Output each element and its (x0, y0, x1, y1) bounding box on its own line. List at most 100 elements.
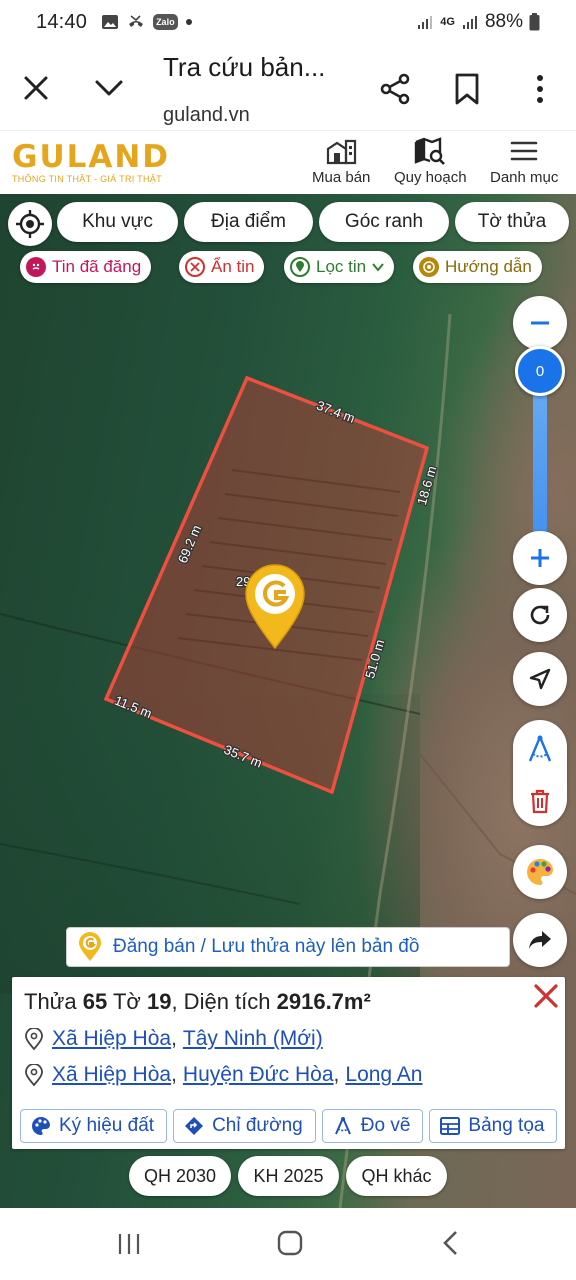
my-location-button[interactable] (8, 202, 52, 246)
nav-label: Quy hoạch (394, 169, 467, 186)
trash-icon[interactable] (528, 788, 552, 814)
commune-link[interactable]: Xã Hiệp Hòa (52, 1063, 171, 1087)
chip-khu-vuc[interactable]: Khu vực (57, 202, 178, 242)
post-listing-banner[interactable]: Đăng bán / Lưu thửa này lên bản đồ (66, 927, 510, 967)
logo-word: GULAND (12, 139, 171, 175)
android-nav-bar (0, 1208, 576, 1280)
chip-huong-dan[interactable]: Hướng dẫn (413, 251, 542, 283)
chip-label: Tin đã đăng (52, 257, 142, 276)
more-vert-icon[interactable] (526, 72, 554, 106)
navigation-arrow-icon (529, 668, 551, 690)
directions-button[interactable]: Chỉ đường (173, 1109, 316, 1143)
browser-bar: Tra cứu bản... guland.vn (0, 44, 576, 130)
district-link[interactable]: Huyện Đức Hòa (183, 1063, 334, 1087)
measure-button[interactable]: Đo vẽ (321, 1109, 424, 1143)
home-icon[interactable] (277, 1230, 303, 1256)
nav-danh-muc[interactable]: Danh mục (490, 137, 558, 186)
zoom-out-button[interactable] (513, 296, 567, 350)
notification-dot-icon (185, 19, 192, 25)
chip-to-thua[interactable]: Tờ thửa (455, 202, 569, 242)
measure-compass-icon[interactable] (525, 734, 555, 764)
parcel-actions: Ký hiệu đất Chỉ đường Đo vẽ Bảng tọa (20, 1109, 565, 1145)
measure-tool-stack (513, 720, 567, 826)
chip-label: Ẩn tin (211, 257, 255, 276)
nav-mua-ban[interactable]: Mua bán (312, 137, 370, 186)
page-title: Tra cứu bản... (163, 52, 326, 82)
network-type: 4G (440, 16, 455, 28)
guide-icon (419, 257, 439, 277)
province-link[interactable]: Tây Ninh (Mới) (183, 1027, 323, 1051)
kh-2025-button[interactable]: KH 2025 (238, 1156, 339, 1196)
label-to: Tờ (112, 989, 141, 1014)
action-label: Bảng tọa (468, 1115, 545, 1136)
new-admin-address: Xã Hiệp Hòa, Tây Ninh (Mới) (24, 1027, 323, 1051)
chip-tin-da-dang[interactable]: Tin đã đăng (20, 251, 152, 283)
zalo-icon: Zalo (153, 14, 178, 30)
zoom-level[interactable]: 0 (515, 346, 565, 396)
map-search-icon (415, 137, 446, 165)
location-pin-icon (25, 1064, 43, 1086)
action-label: Chỉ đường (212, 1115, 303, 1136)
status-bar: 14:40 Zalo 4G 88% (0, 0, 576, 44)
chip-loc-tin[interactable]: Lọc tin (284, 251, 395, 283)
battery-percent: 88% (484, 11, 523, 32)
parcel-area: 2916.7m² (276, 989, 371, 1014)
minus-icon (531, 321, 549, 325)
gallery-icon (102, 15, 119, 29)
share-parcel-button[interactable] (513, 913, 567, 967)
share-icon[interactable] (378, 72, 412, 106)
action-label: Đo vẽ (360, 1115, 411, 1136)
hide-x-icon (185, 257, 205, 277)
layer-style-button[interactable] (513, 845, 567, 899)
site-header: GULAND THÔNG TIN THẬT - GIÁ TRỊ THẬT Mua… (0, 130, 576, 194)
refresh-button[interactable] (513, 588, 567, 642)
directions-icon (185, 1117, 204, 1135)
face-icon (26, 257, 46, 277)
label-thua: Thửa (24, 989, 77, 1014)
label-area: , Diện tích (171, 989, 271, 1014)
crosshair-icon (16, 210, 44, 238)
palette-icon (527, 859, 554, 885)
chip-goc-ranh[interactable]: Góc ranh (319, 202, 449, 242)
sheet-number: 19 (146, 989, 172, 1014)
close-icon[interactable] (533, 983, 559, 1009)
palette-icon (32, 1117, 50, 1135)
page-url[interactable]: guland.vn (163, 104, 250, 127)
nav-quy-hoach[interactable]: Quy hoạch (394, 137, 467, 186)
guland-logo[interactable]: GULAND THÔNG TIN THẬT - GIÁ TRỊ THẬT (12, 139, 170, 184)
parcel-title: Thửa 65 Tờ 19, Diện tích 2916.7m² (24, 989, 371, 1015)
back-icon[interactable] (440, 1230, 462, 1256)
zoom-in-button[interactable] (513, 531, 567, 585)
chip-label: Hướng dẫn (445, 257, 532, 276)
battery-icon (529, 13, 540, 31)
banner-text: Đăng bán / Lưu thửa này lên bản đồ (113, 936, 420, 957)
nav-label: Mua bán (312, 169, 371, 186)
status-time: 14:40 (36, 10, 88, 33)
bookmark-icon[interactable] (452, 72, 482, 106)
logo-tagline: THÔNG TIN THẬT - GIÁ TRỊ THẬT (12, 174, 162, 184)
recent-apps-icon[interactable] (116, 1232, 142, 1256)
location-pin-icon (25, 1028, 43, 1050)
navigate-button[interactable] (513, 652, 567, 706)
chevron-down-icon (372, 263, 384, 272)
province-link[interactable]: Long An (345, 1063, 422, 1087)
chip-dia-diem[interactable]: Địa điểm (184, 202, 313, 242)
chevron-down-icon[interactable] (92, 72, 126, 104)
close-tab-icon[interactable] (20, 72, 52, 104)
land-symbol-button[interactable]: Ký hiệu đất (20, 1109, 168, 1143)
chip-label: Lọc tin (316, 257, 367, 276)
action-label: Ký hiệu đất (59, 1115, 155, 1136)
coordinate-table-button[interactable]: Bảng tọa (429, 1109, 558, 1143)
commune-link[interactable]: Xã Hiệp Hòa (52, 1027, 171, 1051)
guland-pin-icon (79, 932, 101, 961)
qh-khac-button[interactable]: QH khác (346, 1156, 447, 1196)
old-admin-address: Xã Hiệp Hòa, Huyện Đức Hòa, Long An (24, 1063, 422, 1087)
parcel-number: 65 (82, 989, 108, 1014)
signal-icon (418, 16, 433, 29)
menu-icon (510, 141, 538, 161)
qh-2030-button[interactable]: QH 2030 (129, 1156, 231, 1196)
refresh-icon (530, 605, 550, 625)
plus-icon (531, 549, 549, 567)
parcel-info-panel: Thửa 65 Tờ 19, Diện tích 2916.7m² Xã Hiệ… (12, 977, 565, 1149)
chip-an-tin[interactable]: Ẩn tin (179, 251, 265, 283)
